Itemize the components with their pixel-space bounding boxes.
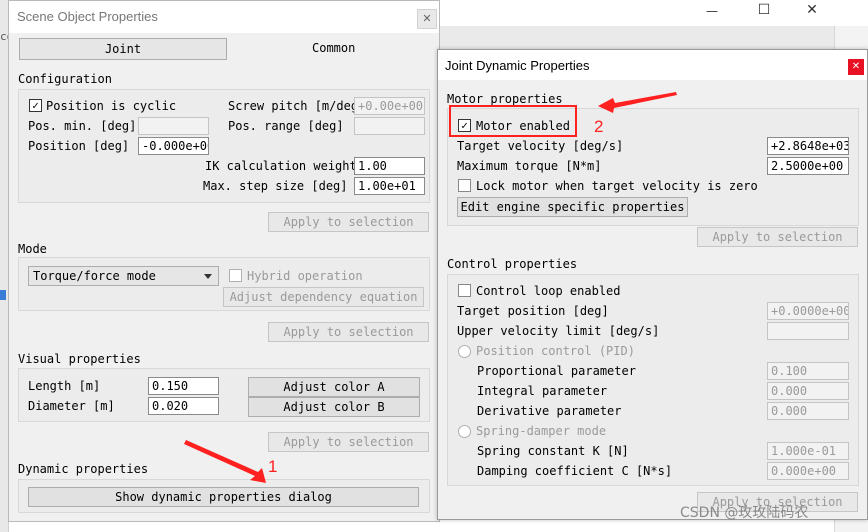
annotation-arrow-2 [598,92,677,113]
annotation-arrows [184,92,677,483]
annotation-label-1: 1 [268,457,278,476]
annotation-label-2: 2 [594,117,604,136]
annotation-arrow-1 [184,440,266,483]
watermark: CSDN @玫玫陆码农 [680,505,809,521]
